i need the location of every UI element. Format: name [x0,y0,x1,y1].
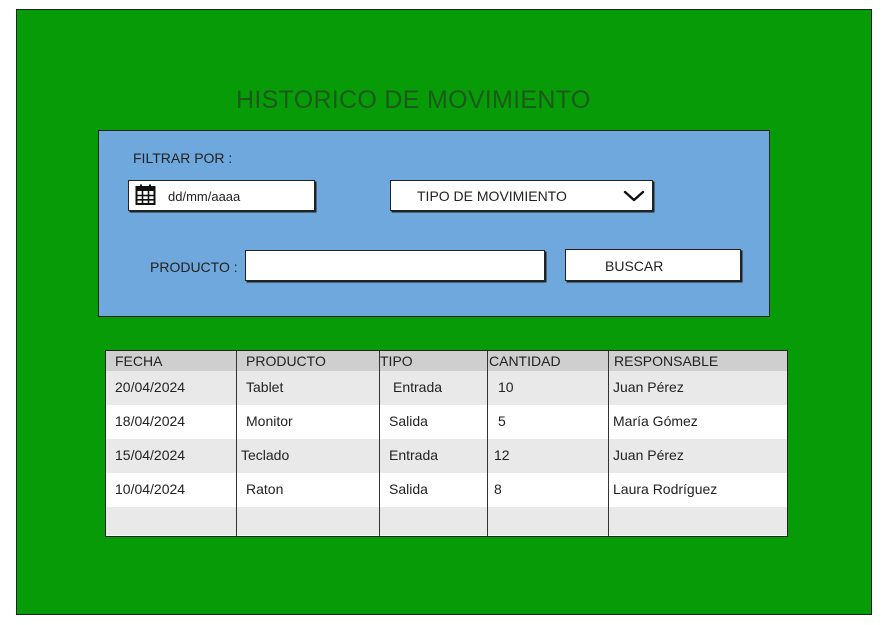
product-label: PRODUCTO : [150,259,238,275]
date-field[interactable]: dd/mm/aaaa [128,180,315,211]
header-cantidad: CANTIDAD [489,353,561,369]
column-divider [379,351,381,536]
product-input[interactable] [245,250,545,281]
column-divider [236,351,238,536]
page-title: HISTORICO DE MOVIMIENTO [236,86,591,114]
chevron-down-icon [623,190,645,202]
date-field-value: dd/mm/aaaa [168,189,241,204]
header-responsable: RESPONSABLE [614,353,719,369]
table-row[interactable]: 20/04/2024 Tablet Entrada 10 Juan Pérez [106,371,787,405]
cell-fecha: 20/04/2024 [115,379,186,395]
search-button[interactable]: BUSCAR [565,249,741,281]
cell-cantidad: 12 [494,447,510,463]
calendar-icon [135,184,156,205]
table-row-empty [106,507,787,535]
cell-producto: Raton [246,481,284,497]
search-button-label: BUSCAR [605,258,664,274]
cell-tipo: Entrada [389,447,439,463]
column-divider [608,351,610,536]
cell-producto: Teclado [241,447,290,463]
cell-tipo: Salida [389,413,428,429]
movement-type-value: TIPO DE MOVIMIENTO [417,188,567,204]
table-row[interactable]: 15/04/2024 Teclado Entrada 12 Juan Pérez [106,439,787,473]
movements-table: FECHA PRODUCTO TIPO CANTIDAD RESPONSABLE… [105,350,788,537]
cell-producto: Tablet [246,379,284,395]
cell-cantidad: 8 [494,481,502,497]
cell-tipo: Entrada [393,379,443,395]
cell-producto: Monitor [246,413,293,429]
table-header: FECHA PRODUCTO TIPO CANTIDAD RESPONSABLE [106,351,787,372]
cell-tipo: Salida [389,481,428,497]
movement-type-select[interactable]: TIPO DE MOVIMIENTO [390,180,653,211]
cell-fecha: 18/04/2024 [115,413,186,429]
cell-responsable: Juan Pérez [613,379,684,395]
cell-responsable: María Gómez [613,413,698,429]
cell-cantidad: 5 [498,413,506,429]
cell-fecha: 10/04/2024 [115,481,186,497]
column-divider [487,351,489,536]
header-producto: PRODUCTO [246,353,326,369]
cell-responsable: Juan Pérez [613,447,684,463]
header-fecha: FECHA [115,353,163,369]
cell-cantidad: 10 [498,379,514,395]
filter-label: FILTRAR POR : [133,150,233,166]
cell-responsable: Laura Rodríguez [613,481,718,497]
table-row[interactable]: 10/04/2024 Raton Salida 8 Laura Rodrígue… [106,473,787,507]
cell-fecha: 15/04/2024 [115,447,186,463]
header-tipo: TIPO [380,353,413,369]
table-row[interactable]: 18/04/2024 Monitor Salida 5 María Gómez [106,405,787,439]
